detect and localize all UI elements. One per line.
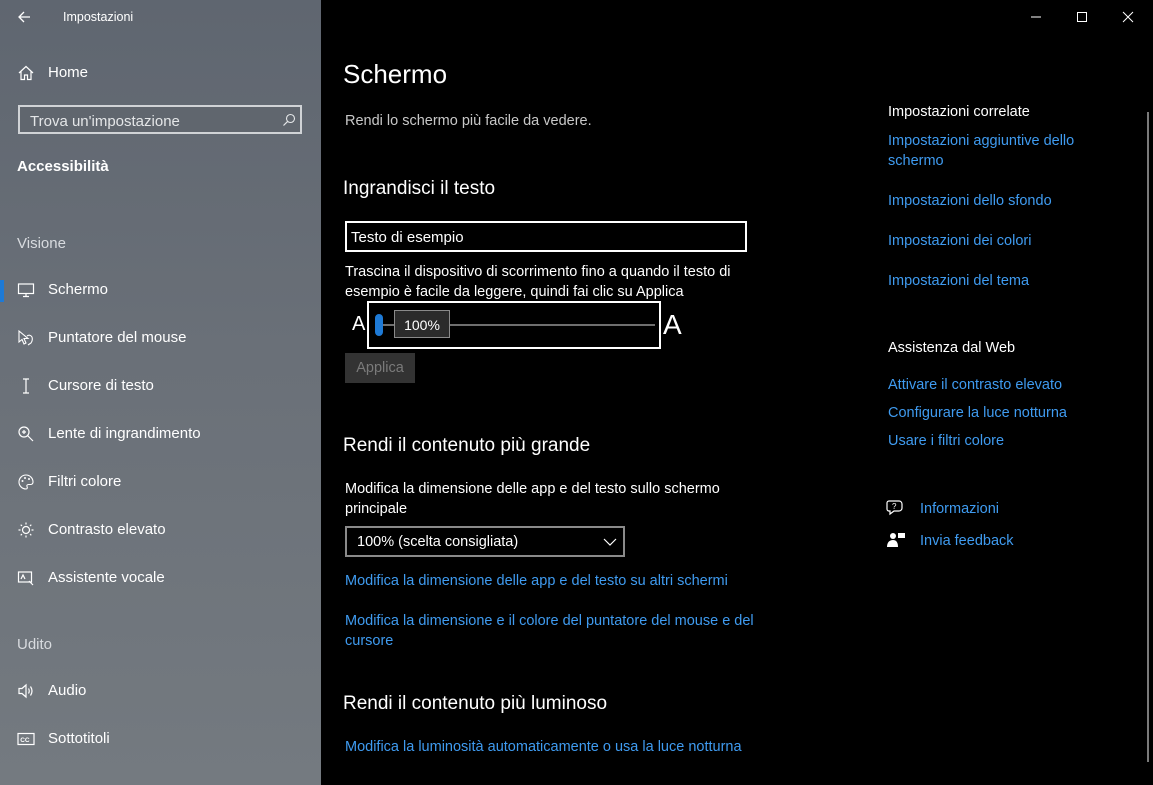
sidebar-item-home[interactable]: Home	[0, 54, 321, 94]
scrollbar[interactable]	[1147, 112, 1149, 762]
minimize-icon	[1031, 16, 1041, 18]
slider-thumb[interactable]	[375, 314, 383, 336]
related-link-colors[interactable]: Impostazioni dei colori	[888, 231, 1031, 251]
feedback-label: Invia feedback	[920, 533, 1014, 549]
sidebar-item-contrasto[interactable]: Contrasto elevato	[0, 511, 321, 551]
web-help-title: Assistenza dal Web	[888, 340, 1016, 356]
sidebar-item-assistente[interactable]: Assistente vocale	[0, 559, 321, 599]
sidebar-item-label: Audio	[48, 682, 87, 699]
category-title: Accessibilità	[17, 158, 109, 175]
sidebar-item-sottotitoli[interactable]: CC Sottotitoli	[0, 720, 321, 760]
sample-text: Testo di esempio	[351, 229, 464, 246]
sidebar-item-filtri[interactable]: Filtri colore	[0, 463, 321, 503]
scale-dropdown[interactable]: 100% (scelta consigliata)	[345, 526, 625, 557]
slider-min-label: A	[352, 313, 366, 335]
group-title-udito: Udito	[17, 636, 53, 653]
info-label: Informazioni	[920, 501, 999, 517]
scale-dropdown-value: 100% (scelta consigliata)	[357, 534, 519, 550]
page-title: Schermo	[343, 59, 448, 89]
sidebar: Impostazioni Home Accessibilità Visione …	[0, 0, 321, 785]
feedback-link[interactable]: Invia feedback	[886, 529, 1046, 553]
sidebar-item-label: Lente di ingrandimento	[48, 425, 201, 442]
link-pointer-size[interactable]: Modifica la dimensione e il colore del p…	[345, 611, 785, 651]
feedback-icon	[887, 533, 905, 547]
magnifier-icon	[18, 426, 34, 442]
help-chat-icon: ?	[886, 500, 903, 516]
monitor-icon	[17, 283, 35, 298]
maximize-button[interactable]	[1059, 0, 1105, 34]
back-arrow-icon	[18, 11, 30, 23]
web-link-night-light[interactable]: Configurare la luce notturna	[888, 403, 1067, 423]
closed-captions-icon: CC	[17, 732, 35, 746]
sidebar-item-cursore[interactable]: Cursore di testo	[0, 367, 321, 407]
text-size-slider-frame[interactable]: 100%	[367, 301, 661, 349]
sidebar-item-schermo[interactable]: Schermo	[0, 271, 321, 311]
svg-text:CC: CC	[20, 737, 30, 744]
svg-text:?: ?	[892, 502, 897, 511]
related-link-theme[interactable]: Impostazioni del tema	[888, 271, 1029, 291]
sidebar-item-label: Assistente vocale	[48, 569, 165, 586]
sidebar-item-label: Cursore di testo	[48, 377, 154, 394]
sidebar-item-audio[interactable]: Audio	[0, 672, 321, 712]
search-input[interactable]	[28, 110, 272, 132]
related-link-background[interactable]: Impostazioni dello sfondo	[888, 191, 1052, 211]
scale-description: Modifica la dimensione delle app e del t…	[345, 481, 720, 517]
sidebar-item-label: Sottotitoli	[48, 730, 110, 747]
selection-indicator	[0, 280, 4, 302]
text-cursor-icon	[23, 378, 29, 394]
web-link-color-filters[interactable]: Usare i filtri colore	[888, 431, 1004, 451]
sidebar-item-label: Schermo	[48, 281, 109, 298]
related-settings-title: Impostazioni correlate	[888, 104, 1030, 120]
chevron-down-icon	[603, 538, 617, 546]
search-icon[interactable]	[282, 113, 296, 127]
page-subtitle: Rendi lo schermo più facile da vedere.	[345, 113, 592, 129]
group-title-visione: Visione	[17, 235, 66, 252]
maximize-icon	[1077, 12, 1087, 22]
sidebar-item-label: Filtri colore	[48, 473, 122, 490]
search-box[interactable]	[18, 105, 302, 134]
slider-max-label: A	[663, 309, 682, 340]
slider-value-tooltip: 100%	[394, 310, 450, 338]
sidebar-item-label: Contrasto elevato	[48, 521, 166, 538]
sidebar-item-puntatore[interactable]: Puntatore del mouse	[0, 319, 321, 359]
sample-text-box: Testo di esempio	[345, 221, 747, 252]
section-heading-brighter: Rendi il contenuto più luminoso	[343, 693, 608, 714]
mouse-pointer-icon	[18, 329, 33, 346]
close-icon	[1122, 11, 1134, 23]
close-button[interactable]	[1105, 0, 1151, 34]
brightness-icon	[18, 522, 34, 538]
window-title: Impostazioni	[63, 10, 134, 24]
section-heading-bigger: Rendi il contenuto più grande	[343, 435, 591, 456]
sidebar-item-label: Home	[48, 64, 89, 81]
link-brightness[interactable]: Modifica la luminosità automaticamente o…	[345, 737, 742, 757]
web-link-high-contrast[interactable]: Attivare il contrasto elevato	[888, 375, 1062, 395]
color-palette-icon	[18, 474, 34, 490]
sidebar-item-label: Puntatore del mouse	[48, 329, 187, 346]
info-link[interactable]: ? Informazioni	[886, 497, 1026, 521]
narrator-icon	[17, 571, 34, 586]
apply-button-label: Applica	[356, 360, 404, 376]
link-other-screens[interactable]: Modifica la dimensione delle app e del t…	[345, 571, 728, 591]
section-heading-enlarge-text: Ingrandisci il testo	[343, 178, 496, 199]
speaker-icon	[18, 683, 33, 699]
related-link-display[interactable]: Impostazioni aggiuntive dello schermo	[888, 131, 1108, 171]
sidebar-item-lente[interactable]: Lente di ingrandimento	[0, 415, 321, 455]
back-button[interactable]	[10, 4, 42, 32]
apply-button[interactable]: Applica	[345, 353, 415, 383]
slider-value: 100%	[404, 317, 440, 333]
slider-instructions: Trascina il dispositivo di scorrimento f…	[345, 264, 731, 300]
minimize-button[interactable]	[1013, 0, 1059, 34]
home-icon	[18, 65, 34, 81]
